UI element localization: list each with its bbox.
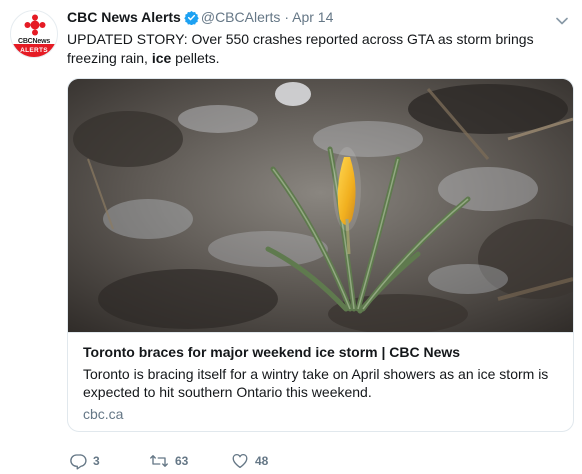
avatar[interactable]: CBCNews ALERTS [10, 10, 58, 58]
tweet-text-bold: ice [151, 50, 172, 66]
heart-icon [232, 453, 248, 469]
tweet-text-part: UPDATED STORY: Over 550 crashes reported… [67, 31, 534, 66]
avatar-badge-text: ALERTS [20, 47, 48, 54]
like-button[interactable]: 48 [231, 452, 268, 470]
reply-icon [70, 454, 87, 470]
card-image[interactable] [68, 79, 573, 334]
tweet-header: CBC News Alerts @CBCAlerts · Apr 14 [67, 8, 333, 29]
card-body[interactable]: Toronto braces for major weekend ice sto… [68, 332, 573, 422]
card-description: Toronto is bracing itself for a wintry t… [83, 366, 549, 400]
more-options-chevron-icon[interactable] [556, 12, 568, 30]
retweet-count: 63 [175, 454, 189, 468]
author-name[interactable]: CBC News Alerts [67, 9, 181, 25]
tweet-date[interactable]: Apr 14 [292, 9, 333, 25]
avatar-brand-text: CBCNews [17, 38, 51, 45]
reply-count: 3 [93, 454, 100, 468]
tweet-text-end: pellets. [171, 50, 220, 66]
separator-dot: · [284, 9, 289, 25]
author-handle[interactable]: @CBCAlerts [201, 9, 281, 25]
retweet-button[interactable]: 63 [149, 452, 188, 470]
retweet-icon [150, 455, 168, 467]
crocus-photo-icon [68, 79, 573, 334]
tweet-actions: 3 63 48 [67, 452, 487, 474]
link-card[interactable]: Toronto braces for major weekend ice sto… [67, 78, 574, 432]
card-title[interactable]: Toronto braces for major weekend ice sto… [83, 344, 460, 360]
like-count: 48 [255, 454, 269, 468]
verified-badge-icon [184, 10, 199, 29]
card-domain[interactable]: cbc.ca [83, 406, 123, 422]
tweet-text: UPDATED STORY: Over 550 crashes reported… [67, 30, 567, 68]
reply-button[interactable]: 3 [69, 452, 100, 470]
